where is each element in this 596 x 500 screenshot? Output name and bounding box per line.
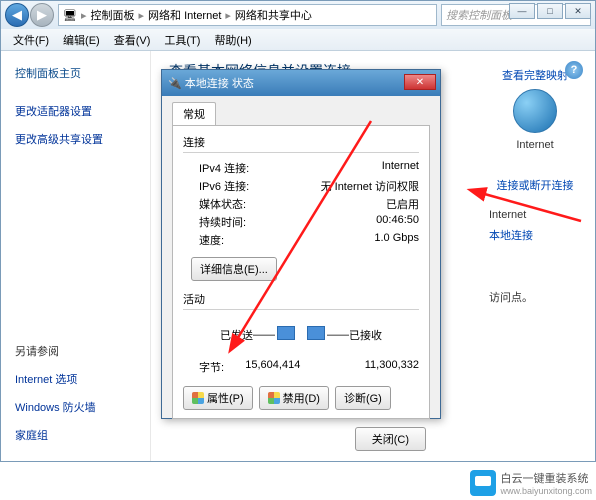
bytes-label: 字节: bbox=[183, 359, 224, 375]
bytes-sent: 15,604,414 bbox=[224, 359, 321, 375]
address-bar[interactable]: 🖥 ▸ 控制面板 ▸ 网络和 Internet ▸ 网络和共享中心 bbox=[58, 4, 437, 26]
dialog-title: 🔌 本地连接 状态 bbox=[162, 70, 440, 96]
dash: —— bbox=[253, 329, 275, 341]
access-text: 访问点。 bbox=[483, 289, 587, 305]
nav-back-button[interactable]: ◀ bbox=[5, 3, 29, 27]
ipv6-value: 无 Internet 访问权限 bbox=[321, 178, 419, 194]
shield-icon bbox=[192, 392, 204, 404]
speed-label: 速度: bbox=[183, 232, 224, 248]
connect-disconnect-link[interactable]: 连接或断开连接 bbox=[483, 177, 587, 193]
local-connection-link[interactable]: 本地连接 bbox=[483, 227, 587, 243]
dialog-close-button[interactable]: ✕ bbox=[404, 74, 436, 90]
sidebar: 控制面板主页 更改适配器设置 更改高级共享设置 另请参阅 Internet 选项… bbox=[1, 51, 151, 461]
ipv6-label: IPv6 连接: bbox=[183, 178, 249, 194]
maximize-button[interactable]: □ bbox=[537, 3, 563, 19]
menu-edit[interactable]: 编辑(E) bbox=[57, 30, 106, 50]
network-label: Internet bbox=[483, 209, 587, 221]
watermark: 白云一键重装系统 www.baiyunxitong.com bbox=[470, 470, 592, 496]
duration-value: 00:46:50 bbox=[376, 214, 419, 230]
breadcrumb-sep-icon: ▸ bbox=[81, 9, 87, 22]
shield-icon bbox=[268, 392, 280, 404]
dialog-title-text: 本地连接 状态 bbox=[185, 75, 254, 91]
network-adapter-icon: 🔌 bbox=[168, 77, 182, 90]
help-icon[interactable]: ? bbox=[565, 61, 583, 79]
activity-section: 活动 bbox=[183, 291, 419, 307]
diagnose-button[interactable]: 诊断(G) bbox=[335, 386, 391, 410]
see-also-heading: 另请参阅 bbox=[1, 337, 151, 365]
control-panel-window: — □ ✕ ◀ ▶ 🖥 ▸ 控制面板 ▸ 网络和 Internet ▸ 网络和共… bbox=[0, 0, 596, 462]
duration-label: 持续时间: bbox=[183, 214, 246, 230]
window-buttons: — □ ✕ bbox=[509, 3, 591, 19]
menu-file[interactable]: 文件(F) bbox=[7, 30, 55, 50]
minimize-button[interactable]: — bbox=[509, 3, 535, 19]
recv-label: 已接收 bbox=[349, 327, 419, 343]
ipv4-label: IPv4 连接: bbox=[183, 160, 249, 176]
sent-label: 已发送 bbox=[183, 327, 253, 343]
nav-forward-button[interactable]: ▶ bbox=[30, 3, 54, 27]
details-button[interactable]: 详细信息(E)... bbox=[191, 257, 277, 281]
watermark-logo-icon bbox=[470, 470, 496, 496]
media-label: 媒体状态: bbox=[183, 196, 246, 212]
breadcrumb-icon: 🖥 bbox=[63, 9, 77, 22]
tab-general[interactable]: 常规 bbox=[172, 102, 216, 125]
menubar: 文件(F) 编辑(E) 查看(V) 工具(T) 帮助(H) bbox=[1, 29, 595, 51]
connection-status-dialog: 🔌 本地连接 状态 ✕ 常规 连接 IPv4 连接: Internet IPv6 … bbox=[161, 69, 441, 419]
breadcrumb-root[interactable]: 控制面板 bbox=[91, 7, 135, 23]
disable-button[interactable]: 禁用(D) bbox=[259, 386, 329, 410]
breadcrumb-mid[interactable]: 网络和 Internet bbox=[148, 7, 221, 23]
menu-view[interactable]: 查看(V) bbox=[108, 30, 157, 50]
sidebar-sharing[interactable]: 更改高级共享设置 bbox=[1, 125, 150, 153]
sidebar-internet-options[interactable]: Internet 选项 bbox=[1, 365, 151, 393]
properties-button[interactable]: 属性(P) bbox=[183, 386, 253, 410]
close-window-button[interactable]: ✕ bbox=[565, 3, 591, 19]
globe-icon bbox=[513, 89, 557, 133]
sidebar-home[interactable]: 控制面板主页 bbox=[1, 59, 150, 87]
media-value: 已启用 bbox=[386, 196, 419, 212]
sidebar-homegroup[interactable]: 家庭组 bbox=[1, 421, 151, 449]
watermark-text: 白云一键重装系统 bbox=[500, 470, 592, 486]
close-button[interactable]: 关闭(C) bbox=[355, 427, 426, 451]
titlebar: ◀ ▶ 🖥 ▸ 控制面板 ▸ 网络和 Internet ▸ 网络和共享中心 搜索… bbox=[1, 1, 595, 29]
ipv4-value: Internet bbox=[382, 160, 419, 176]
internet-label: Internet bbox=[483, 139, 587, 151]
sidebar-firewall[interactable]: Windows 防火墙 bbox=[1, 393, 151, 421]
breadcrumb-sep-icon: ▸ bbox=[139, 9, 145, 22]
dash: —— bbox=[327, 329, 349, 341]
sidebar-adapter[interactable]: 更改适配器设置 bbox=[1, 97, 150, 125]
menu-tools[interactable]: 工具(T) bbox=[158, 30, 206, 50]
connection-section: 连接 bbox=[183, 134, 419, 150]
menu-help[interactable]: 帮助(H) bbox=[208, 30, 257, 50]
speed-value: 1.0 Gbps bbox=[374, 232, 419, 248]
activity-icon bbox=[277, 320, 325, 350]
breadcrumb-leaf[interactable]: 网络和共享中心 bbox=[235, 7, 312, 23]
breadcrumb-sep-icon: ▸ bbox=[225, 9, 231, 22]
search-placeholder: 搜索控制面板 bbox=[446, 7, 512, 23]
bytes-recv: 11,300,332 bbox=[322, 359, 419, 375]
tab-panel: 连接 IPv4 连接: Internet IPv6 连接: 无 Internet 访… bbox=[172, 125, 430, 419]
right-panel: 查看完整映射 Internet 连接或断开连接 Internet 本地连接 访问… bbox=[475, 51, 595, 461]
watermark-url: www.baiyunxitong.com bbox=[500, 486, 592, 496]
